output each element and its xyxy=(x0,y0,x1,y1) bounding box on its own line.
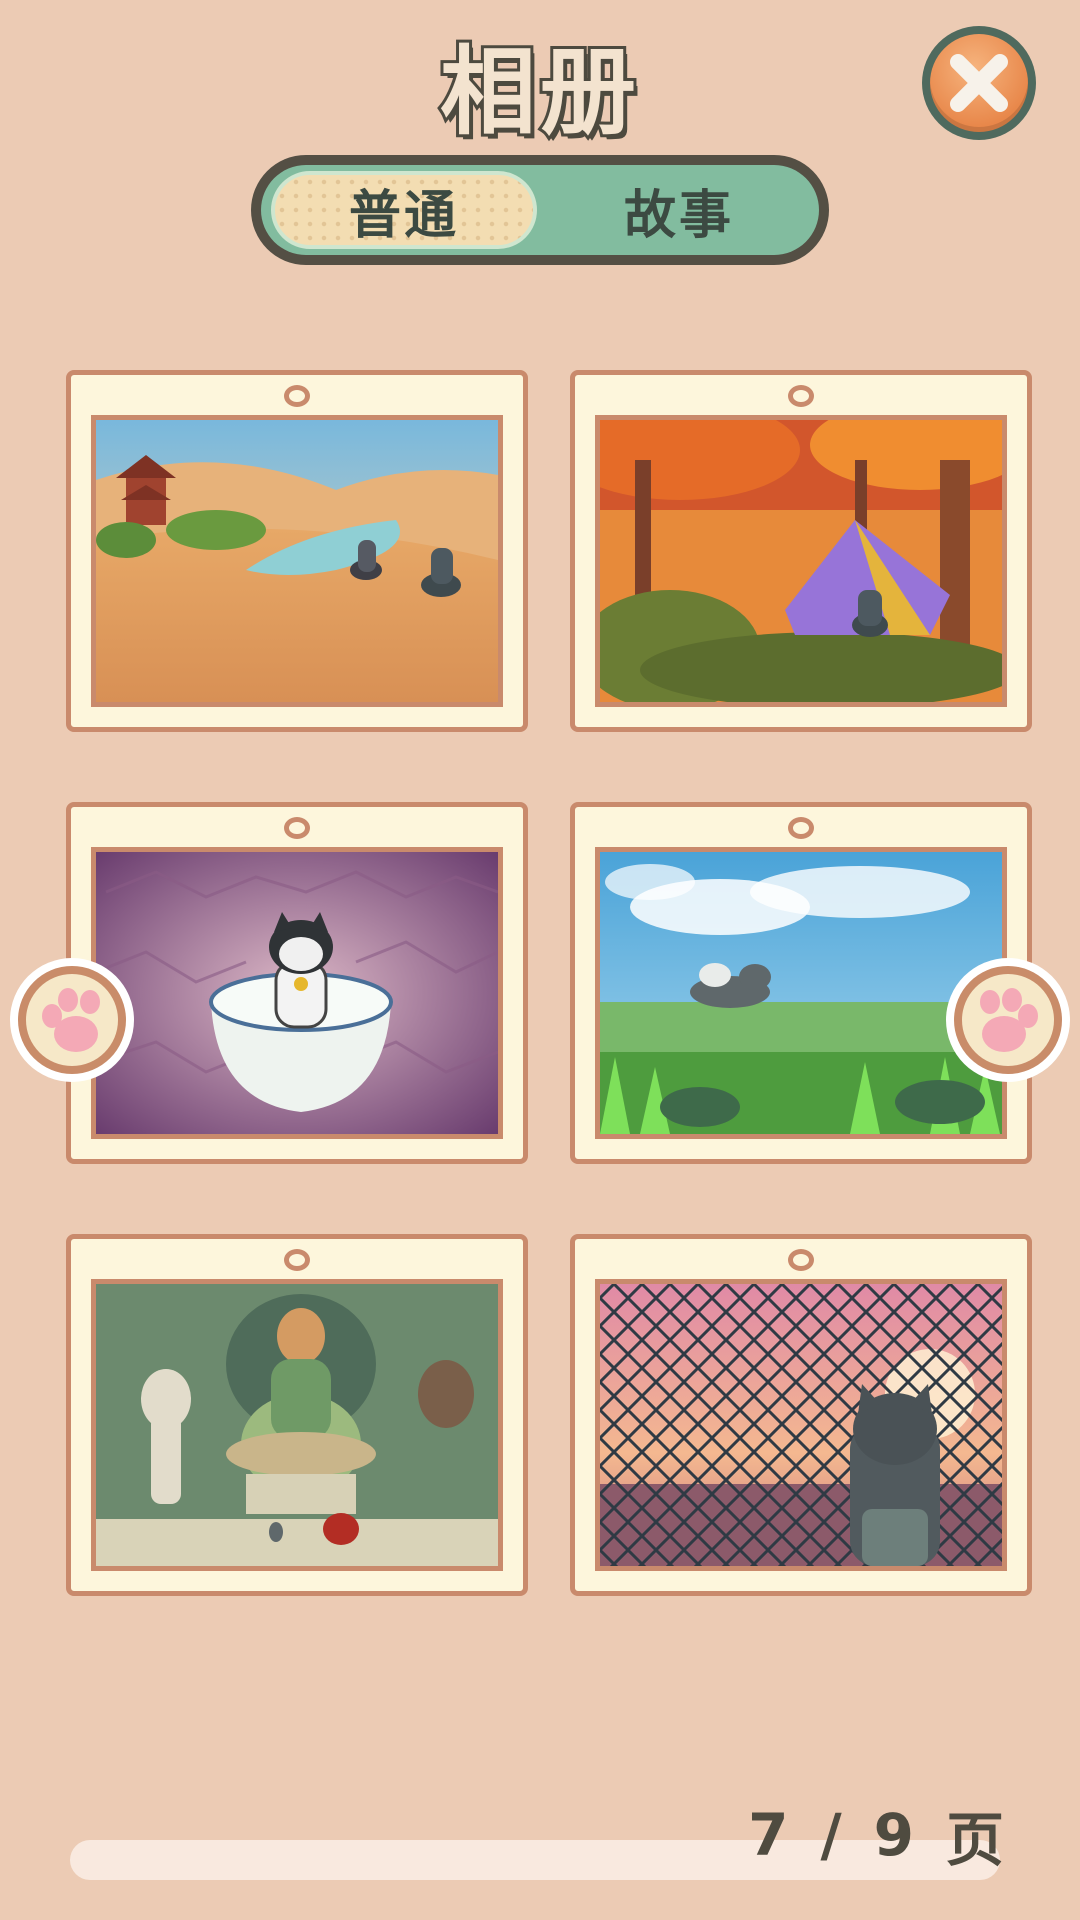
paw-icon xyxy=(42,988,100,1052)
photo-card-cave[interactable] xyxy=(66,1234,528,1596)
page-title: 相册 xyxy=(437,33,640,151)
pin-icon xyxy=(788,817,814,839)
photo-card-desert[interactable] xyxy=(66,370,528,732)
total-pages: 9 xyxy=(873,1801,920,1869)
photo-cave-buddha xyxy=(91,1279,503,1571)
paw-icon xyxy=(980,988,1038,1052)
album-tab-switch: 普通 故事 xyxy=(251,155,829,265)
tab-story[interactable]: 故事 xyxy=(551,165,807,255)
pin-icon xyxy=(788,1249,814,1271)
photo-sunset-fence xyxy=(595,1279,1007,1571)
photo-dog-in-bowl xyxy=(91,847,503,1139)
current-page: 7 xyxy=(748,1801,795,1869)
photo-autumn-camp xyxy=(595,415,1007,707)
prev-page-button[interactable] xyxy=(10,958,134,1082)
next-page-button[interactable] xyxy=(946,958,1070,1082)
photo-card-autumn-camp[interactable] xyxy=(570,370,1032,732)
photo-meadow-running xyxy=(595,847,1007,1139)
page-indicator: 7 / 9 页 xyxy=(748,1795,1010,1875)
page-unit: 页 xyxy=(945,1806,1010,1874)
photo-card-fence[interactable] xyxy=(570,1234,1032,1596)
photo-card-bowl[interactable] xyxy=(66,802,528,1164)
pin-icon xyxy=(788,385,814,407)
page-separator: / xyxy=(820,1801,848,1869)
photo-desert-oasis xyxy=(91,415,503,707)
pin-icon xyxy=(284,1249,310,1271)
close-button[interactable] xyxy=(922,26,1036,140)
pin-icon xyxy=(284,385,310,407)
pin-icon xyxy=(284,817,310,839)
tab-normal[interactable]: 普通 xyxy=(271,171,537,249)
close-icon xyxy=(950,54,1008,112)
